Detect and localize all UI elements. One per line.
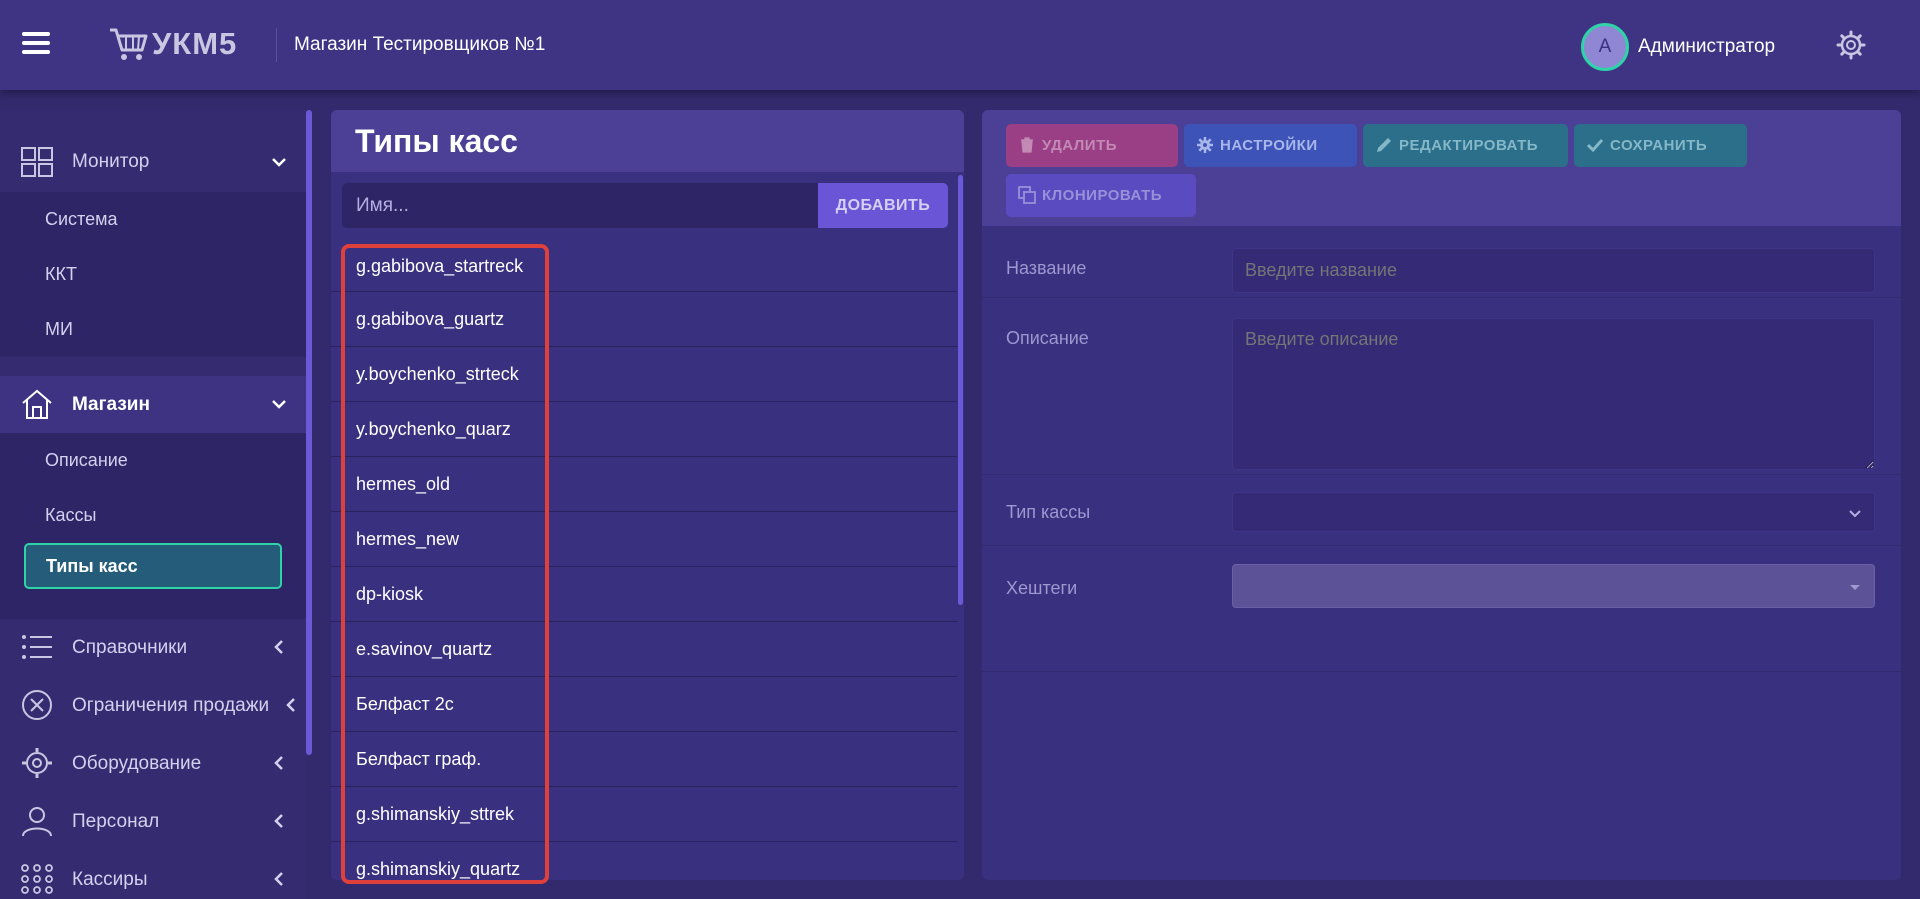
chevron-left-icon xyxy=(286,698,295,712)
description-row: Описание xyxy=(982,298,1901,475)
trash-icon xyxy=(1021,137,1033,153)
list-item[interactable]: Белфаст граф. xyxy=(331,732,957,787)
hashtags-select[interactable] xyxy=(1232,564,1875,608)
user-name[interactable]: Администратор xyxy=(1638,36,1775,58)
sidebar-item-equipment[interactable]: Оборудование xyxy=(0,735,306,793)
cart-icon xyxy=(110,28,148,60)
register-types-panel: Типы касс ДОБАВИТЬ g.gabibova_startreck … xyxy=(331,110,964,880)
list-item[interactable]: g.gabibova_startreck xyxy=(331,242,957,292)
dots-grid-icon xyxy=(21,864,53,894)
panel-header: Типы касс xyxy=(331,110,964,172)
list-item[interactable]: Белфаст 2с xyxy=(331,677,957,732)
sidebar: Монитор Система ККТ МИ Магазин Описание … xyxy=(0,110,306,899)
hashtags-label: Хештеги xyxy=(1006,578,1078,598)
home-icon xyxy=(22,389,52,419)
list-item[interactable]: hermes_old xyxy=(331,457,957,512)
details-panel: УДАЛИТЬ НАСТРОЙКИ РЕДАКТИРОВАТЬ СОХРАНИТ… xyxy=(982,110,1901,880)
copy-icon xyxy=(1018,186,1036,204)
sidebar-item-label: Монитор xyxy=(72,151,150,172)
chevron-left-icon xyxy=(274,872,283,886)
add-row: ДОБАВИТЬ xyxy=(342,183,948,228)
settings-button[interactable]: НАСТРОЙКИ xyxy=(1184,124,1357,167)
sidebar-item-sale-restrictions[interactable]: Ограничения продажи xyxy=(0,677,306,735)
save-label: СОХРАНИТЬ xyxy=(1610,137,1708,154)
delete-label: УДАЛИТЬ xyxy=(1042,137,1118,154)
sidebar-item-store[interactable]: Магазин xyxy=(0,376,306,433)
sidebar-item-mi[interactable]: МИ xyxy=(0,302,306,357)
header-divider xyxy=(276,28,277,62)
save-button[interactable]: СОХРАНИТЬ xyxy=(1574,124,1747,167)
store-title: Магазин Тестировщиков №1 xyxy=(294,34,546,55)
list-item[interactable]: g.shimanskiy_sttrek xyxy=(331,787,957,842)
sidebar-item-label: Справочники xyxy=(72,637,188,658)
list-item[interactable]: hermes_new xyxy=(331,512,957,567)
gear-icon xyxy=(22,748,52,778)
sidebar-item-system[interactable]: Система xyxy=(0,192,306,247)
pencil-icon xyxy=(1377,138,1391,152)
clone-label: КЛОНИРОВАТЬ xyxy=(1042,187,1163,204)
register-types-list: g.gabibova_startreck g.gabibova_guartz y… xyxy=(331,242,957,880)
toolbar: УДАЛИТЬ НАСТРОЙКИ РЕДАКТИРОВАТЬ СОХРАНИТ… xyxy=(982,110,1901,226)
sidebar-item-label: Магазин xyxy=(72,393,150,415)
list-item[interactable]: g.shimanskiy_quartz xyxy=(331,842,957,880)
list-item[interactable]: dp-kiosk xyxy=(331,567,957,622)
name-field[interactable] xyxy=(1232,248,1875,293)
list-item[interactable]: y.boychenko_strteck xyxy=(331,347,957,402)
sidebar-item-registers[interactable]: Кассы xyxy=(0,488,306,543)
hashtags-row: Хештеги xyxy=(982,546,1901,672)
settings-label: НАСТРОЙКИ xyxy=(1220,137,1318,154)
sidebar-item-label: Ограничения продажи xyxy=(72,695,270,716)
clone-button[interactable]: КЛОНИРОВАТЬ xyxy=(1006,174,1196,217)
sidebar-item-staff[interactable]: Персонал xyxy=(0,793,306,851)
person-icon xyxy=(22,807,52,837)
list-item[interactable]: e.savinov_quartz xyxy=(331,622,957,677)
store-submenu: Описание Кассы Типы касс xyxy=(0,433,306,619)
logo-text: УКМ5 xyxy=(152,26,238,61)
register-type-row: Тип кассы xyxy=(982,475,1901,546)
page-title: Типы касс xyxy=(355,122,518,159)
name-label: Название xyxy=(1006,258,1087,278)
sidebar-item-label: Персонал xyxy=(72,811,160,832)
list-scrollbar[interactable] xyxy=(958,175,963,605)
sidebar-item-directories[interactable]: Справочники xyxy=(0,619,306,677)
edit-label: РЕДАКТИРОВАТЬ xyxy=(1399,137,1539,154)
description-label: Описание xyxy=(1006,328,1089,348)
chevron-down-icon xyxy=(1849,510,1861,518)
gear-icon[interactable] xyxy=(1836,30,1866,60)
chevron-down-icon xyxy=(272,158,286,167)
sidebar-item-register-types[interactable]: Типы касс xyxy=(24,543,282,589)
add-button[interactable]: ДОБАВИТЬ xyxy=(818,183,948,228)
register-type-select[interactable] xyxy=(1232,492,1875,532)
delete-button[interactable]: УДАЛИТЬ xyxy=(1006,124,1178,167)
circle-x-icon xyxy=(22,690,52,720)
list-item[interactable]: g.gabibova_guartz xyxy=(331,292,957,347)
sidebar-item-label: Кассиры xyxy=(72,869,148,890)
sidebar-item-kkt[interactable]: ККТ xyxy=(0,247,306,302)
name-row: Название xyxy=(982,226,1901,298)
caret-down-icon xyxy=(1850,585,1860,590)
sidebar-item-monitor[interactable]: Монитор xyxy=(0,134,306,190)
top-header: УКМ5 Магазин Тестировщиков №1 А Админист… xyxy=(0,0,1920,90)
name-input[interactable] xyxy=(342,183,818,228)
hamburger-menu-icon[interactable] xyxy=(22,32,50,56)
chevron-left-icon xyxy=(274,640,283,654)
gear-icon xyxy=(1197,137,1213,153)
dashboard-grid-icon xyxy=(21,147,53,177)
sidebar-item-cashiers[interactable]: Кассиры xyxy=(0,851,306,899)
avatar[interactable]: А xyxy=(1581,23,1629,71)
chevron-left-icon xyxy=(274,756,283,770)
description-field[interactable] xyxy=(1232,318,1875,470)
edit-button[interactable]: РЕДАКТИРОВАТЬ xyxy=(1363,124,1568,167)
sidebar-scrollbar[interactable] xyxy=(306,110,312,755)
sidebar-item-label: Оборудование xyxy=(72,753,202,774)
register-type-label: Тип кассы xyxy=(1006,502,1091,522)
list-icon xyxy=(22,635,52,659)
check-icon xyxy=(1586,138,1604,153)
list-item[interactable]: y.boychenko_quarz xyxy=(331,402,957,457)
sidebar-item-description[interactable]: Описание xyxy=(0,433,306,488)
chevron-left-icon xyxy=(274,814,283,828)
app-logo[interactable]: УКМ5 xyxy=(108,26,237,62)
monitor-submenu: Система ККТ МИ xyxy=(0,192,306,357)
chevron-down-icon xyxy=(272,400,286,409)
